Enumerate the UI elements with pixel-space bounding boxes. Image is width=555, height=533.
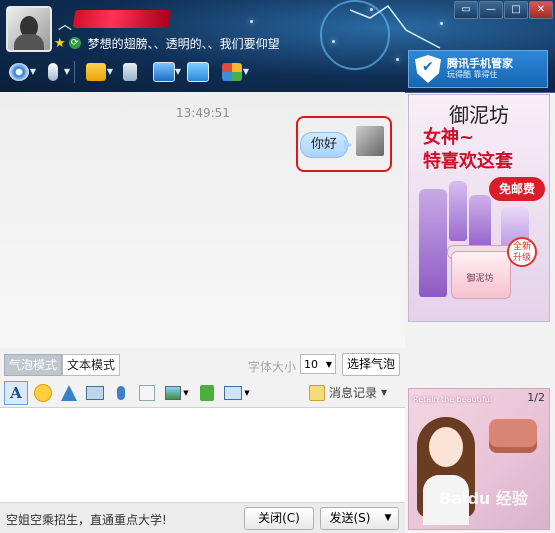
apps-grid-icon	[222, 63, 242, 81]
chevron-down-icon[interactable]: ▼	[107, 67, 113, 76]
microphone-icon	[48, 63, 58, 81]
maximize-button[interactable]: □	[504, 1, 528, 19]
close-button[interactable]: 关闭(C)	[244, 507, 314, 530]
chat-toolbar: ▼ ▼ ▼ ▼ ▼	[4, 58, 249, 86]
send-options-dropdown[interactable]: ▼	[378, 507, 399, 530]
chat-header: 工 ︿ ★ ⟳ 梦想的翅膀、、透明的、、我们要仰望 ▭ — □ ✕ ▼ ▼	[0, 0, 555, 93]
font-button[interactable]: A	[4, 381, 28, 405]
chevron-down-icon[interactable]: ▼	[175, 67, 181, 76]
magic-expression-button[interactable]	[84, 382, 106, 404]
phone-message-icon	[123, 63, 137, 81]
product-bottle	[449, 181, 467, 241]
microphone-icon	[117, 386, 125, 400]
sms-button[interactable]	[115, 59, 145, 85]
ad-pager[interactable]: 1/2	[527, 391, 545, 404]
mode-bar: 气泡模式 文本模式 字体大小 10 ▼ 选择气泡	[0, 350, 405, 378]
contact-signature: 梦想的翅膀、、透明的、、我们要仰望	[87, 36, 280, 51]
qq-chat-window: 工 ︿ ★ ⟳ 梦想的翅膀、、透明的、、我们要仰望 ▭ — □ ✕ ▼ ▼	[0, 0, 555, 533]
share-screen-button[interactable]	[183, 59, 213, 85]
tencent-phone-manager-banner[interactable]: 腾讯手机管家 玩得酷 靠得住	[408, 50, 548, 88]
music-button[interactable]	[196, 382, 218, 404]
shield-icon	[415, 55, 441, 83]
skin-button[interactable]: ▭	[454, 1, 478, 19]
baidu-watermark: Baidu 经验	[439, 489, 528, 508]
message-area[interactable]: 13:49:51 你好	[0, 92, 405, 348]
film-icon	[86, 386, 104, 400]
beauty-ad[interactable]: Retain the beautiful 1/2 Baidu 经验	[408, 388, 550, 530]
message-timestamp: 13:49:51	[176, 106, 230, 120]
caret-up-icon[interactable]: ︿	[58, 14, 72, 34]
chevron-down-icon[interactable]: ▼	[243, 67, 249, 76]
banner-subtitle: 玩得酷 靠得住	[447, 70, 498, 79]
model-face	[429, 427, 463, 467]
apps-button[interactable]: ▼	[217, 59, 249, 85]
pencil-icon	[139, 385, 155, 401]
status-row: ★ ⟳ 梦想的翅膀、、透明的、、我们要仰望	[54, 34, 280, 52]
message-history-button[interactable]: 消息记录 ▼	[309, 384, 387, 401]
smiley-icon	[34, 384, 52, 402]
font-size-label: 字体大小	[248, 360, 297, 374]
text-mode-tab[interactable]: 文本模式	[62, 354, 121, 376]
send-image-button[interactable]: ▼	[162, 382, 192, 404]
bubble-mode-tab[interactable]: 气泡模式	[4, 354, 63, 376]
window-controls: ▭ — □ ✕	[454, 1, 553, 19]
history-label: 消息记录	[329, 386, 378, 400]
chevron-down-icon: ▼	[325, 360, 332, 369]
chevron-down-icon[interactable]: ▼	[30, 67, 36, 76]
cosmetics-ad[interactable]: 御泥坊 女神~ 特喜欢这套 免邮费 御泥坊 全新升级	[408, 94, 550, 322]
send-button[interactable]: 发送(S)	[320, 507, 380, 530]
voice-message-button[interactable]	[110, 382, 132, 404]
share-screen-icon	[187, 62, 209, 82]
chevron-down-icon: ▼	[244, 389, 250, 397]
remote-desktop-button[interactable]: ▼	[149, 59, 181, 85]
folder-arrow-icon	[86, 63, 106, 81]
free-shipping-badge: 免邮费	[489, 177, 545, 201]
history-icon	[309, 384, 325, 401]
banner-title: 腾讯手机管家	[447, 57, 513, 70]
chevron-down-icon: ▼	[183, 389, 189, 397]
contact-avatar[interactable]	[6, 6, 52, 52]
emoji-button[interactable]	[32, 382, 54, 404]
message-input[interactable]	[0, 407, 405, 502]
doodle-button[interactable]	[136, 382, 158, 404]
chevron-down-icon[interactable]: ▼	[64, 67, 70, 76]
new-upgrade-seal: 全新升级	[507, 237, 537, 267]
qq-status-icon[interactable]: ⟳	[68, 37, 81, 49]
ad-headline-2: 特喜欢这套	[423, 151, 513, 172]
video-call-button[interactable]: ▼	[4, 59, 36, 85]
music-icon	[200, 385, 214, 401]
product-jar-label: 御泥坊	[466, 274, 494, 284]
star-icon[interactable]: ★	[54, 36, 66, 51]
chevron-down-icon[interactable]: ▼	[381, 388, 387, 397]
bottom-bar: 空姐空乘招生，直通重点大学! 关闭(C) 发送(S) ▼	[0, 502, 405, 533]
font-a-icon: A	[10, 384, 22, 402]
contact-name-redacted[interactable]	[72, 10, 172, 28]
send-file-button[interactable]: ▼	[81, 59, 113, 85]
screenshot-icon	[224, 386, 243, 400]
shake-icon	[61, 385, 77, 401]
ad-tagline: Retain the beautiful	[413, 395, 493, 404]
promo-link[interactable]: 空姐空乘招生，直通重点大学!	[6, 511, 167, 528]
shake-button[interactable]	[58, 382, 80, 404]
chevron-down-icon: ▼	[384, 513, 392, 523]
voice-call-button[interactable]: ▼	[38, 59, 70, 85]
red-annotation-circle	[296, 116, 392, 172]
font-size-value: 10	[304, 358, 318, 371]
minimize-button[interactable]: —	[479, 1, 503, 19]
close-window-button[interactable]: ✕	[529, 1, 553, 19]
product-bottle	[419, 189, 447, 297]
monitor-icon	[153, 62, 175, 82]
webcam-icon	[9, 63, 29, 81]
toolbar-divider	[74, 61, 75, 83]
ad-headline-1: 女神~	[423, 127, 475, 148]
image-icon	[165, 386, 182, 400]
choose-bubble-button[interactable]: 选择气泡	[342, 353, 400, 376]
font-size-select[interactable]: 10 ▼	[300, 354, 336, 374]
product-cake	[489, 419, 537, 453]
screenshot-button[interactable]: ▼	[222, 382, 252, 404]
